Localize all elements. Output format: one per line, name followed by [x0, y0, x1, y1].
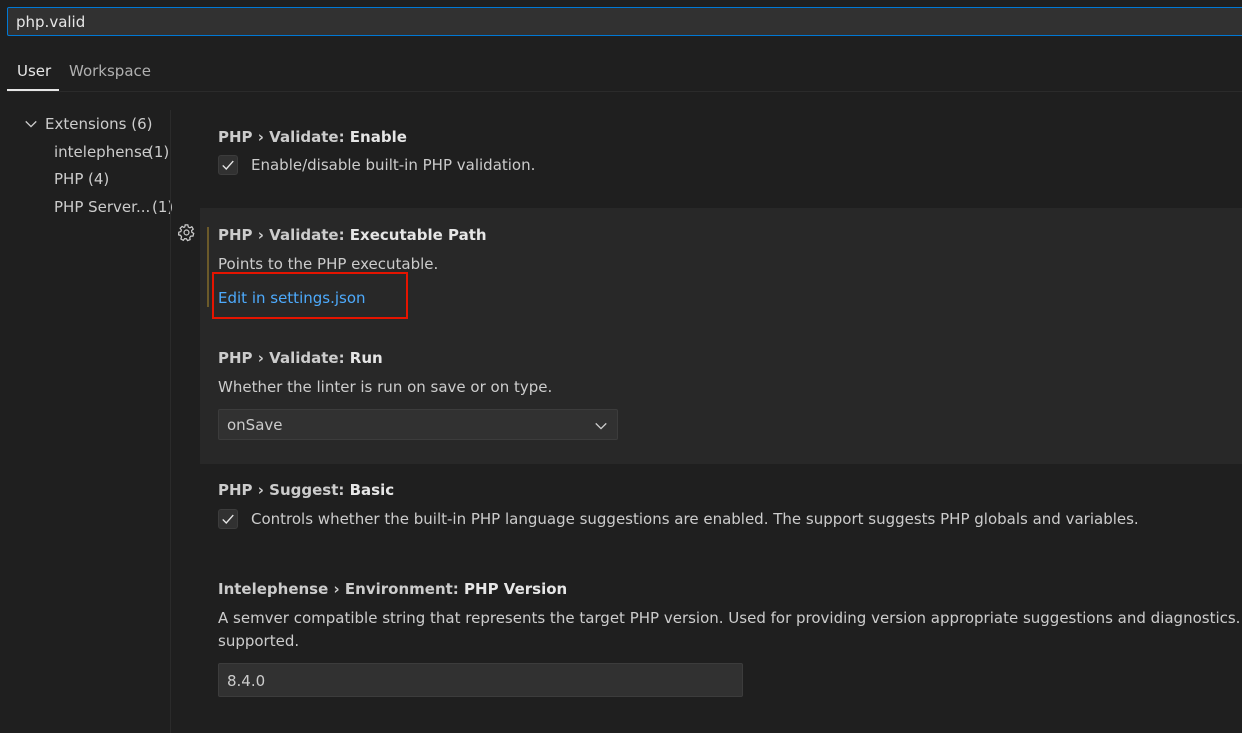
setting-title: PHP › Suggest: Basic [218, 481, 394, 499]
settings-search-input[interactable] [16, 11, 1216, 33]
setting-name: PHP Version [464, 580, 568, 598]
setting-description: Enable/disable built-in PHP validation. [251, 156, 536, 174]
setting-name: Enable [349, 128, 407, 146]
setting-title: PHP › Validate: Executable Path [218, 226, 487, 244]
toc-item-intelephense[interactable]: intelephense (1) [54, 141, 170, 163]
setting-category: PHP › Validate: [218, 226, 350, 244]
toc-item-count: (1) [148, 143, 170, 161]
setting-title: Intelephense › Environment: PHP Version [218, 580, 567, 598]
setting-title: PHP › Validate: Run [218, 349, 383, 367]
toc-item-label: PHP [54, 170, 84, 188]
setting-description: Controls whether the built-in PHP langua… [251, 510, 1139, 528]
setting-php-suggest-basic: PHP › Suggest: Basic Controls whether th… [200, 464, 1242, 564]
modified-indicator [207, 227, 209, 307]
suggest-basic-checkbox[interactable] [218, 509, 238, 529]
php-version-input[interactable] [227, 671, 727, 691]
setting-name: Run [349, 349, 383, 367]
run-select[interactable]: onSave [218, 409, 618, 440]
php-version-field[interactable] [218, 663, 743, 697]
setting-category: PHP › Suggest: [218, 481, 350, 499]
setting-php-validate-run: PHP › Validate: Run Whether the linter i… [200, 330, 1242, 464]
settings-search-box[interactable] [7, 7, 1242, 36]
toc-item-count: (4) [88, 170, 110, 188]
setting-description-line-2: supported. [218, 632, 300, 650]
toc-item-label: intelephense [54, 143, 151, 161]
chevron-down-icon [25, 120, 37, 128]
toc-item-php-server[interactable]: PHP Server... (1) [54, 196, 173, 218]
setting-category: Intelephense › Environment: [218, 580, 465, 598]
setting-intelephense-environment-php-version: Intelephense › Environment: PHP Version … [200, 564, 1242, 733]
run-select-value: onSave [227, 416, 283, 434]
active-tab-underline [7, 89, 59, 91]
check-icon [222, 514, 234, 524]
tab-workspace[interactable]: Workspace [69, 56, 151, 90]
setting-php-validate-enable: PHP › Validate: Enable Enable/disable bu… [200, 110, 1242, 208]
toc-item-php[interactable]: PHP (4) [54, 168, 109, 190]
check-icon [222, 160, 234, 170]
setting-category: PHP › Validate: [218, 349, 350, 367]
setting-name: Basic [349, 481, 395, 499]
enable-checkbox[interactable] [218, 155, 238, 175]
tabs-divider [7, 91, 1242, 92]
highlight-annotation-box [212, 272, 408, 319]
setting-name: Executable Path [349, 226, 487, 244]
setting-description: Points to the PHP executable. [218, 255, 439, 273]
setting-description: Whether the linter is run on save or on … [218, 378, 553, 396]
toc-item-label: PHP Server... [54, 198, 151, 216]
toc-sash[interactable] [170, 110, 171, 733]
chevron-down-icon [595, 422, 607, 430]
setting-category: PHP › Validate: [218, 128, 350, 146]
setting-description-line-1: A semver compatible string that represen… [218, 609, 1242, 627]
setting-title: PHP › Validate: Enable [218, 128, 407, 146]
tab-user[interactable]: User [17, 56, 52, 91]
gear-icon[interactable] [177, 223, 196, 246]
toc-group-label: Extensions (6) [45, 115, 153, 133]
